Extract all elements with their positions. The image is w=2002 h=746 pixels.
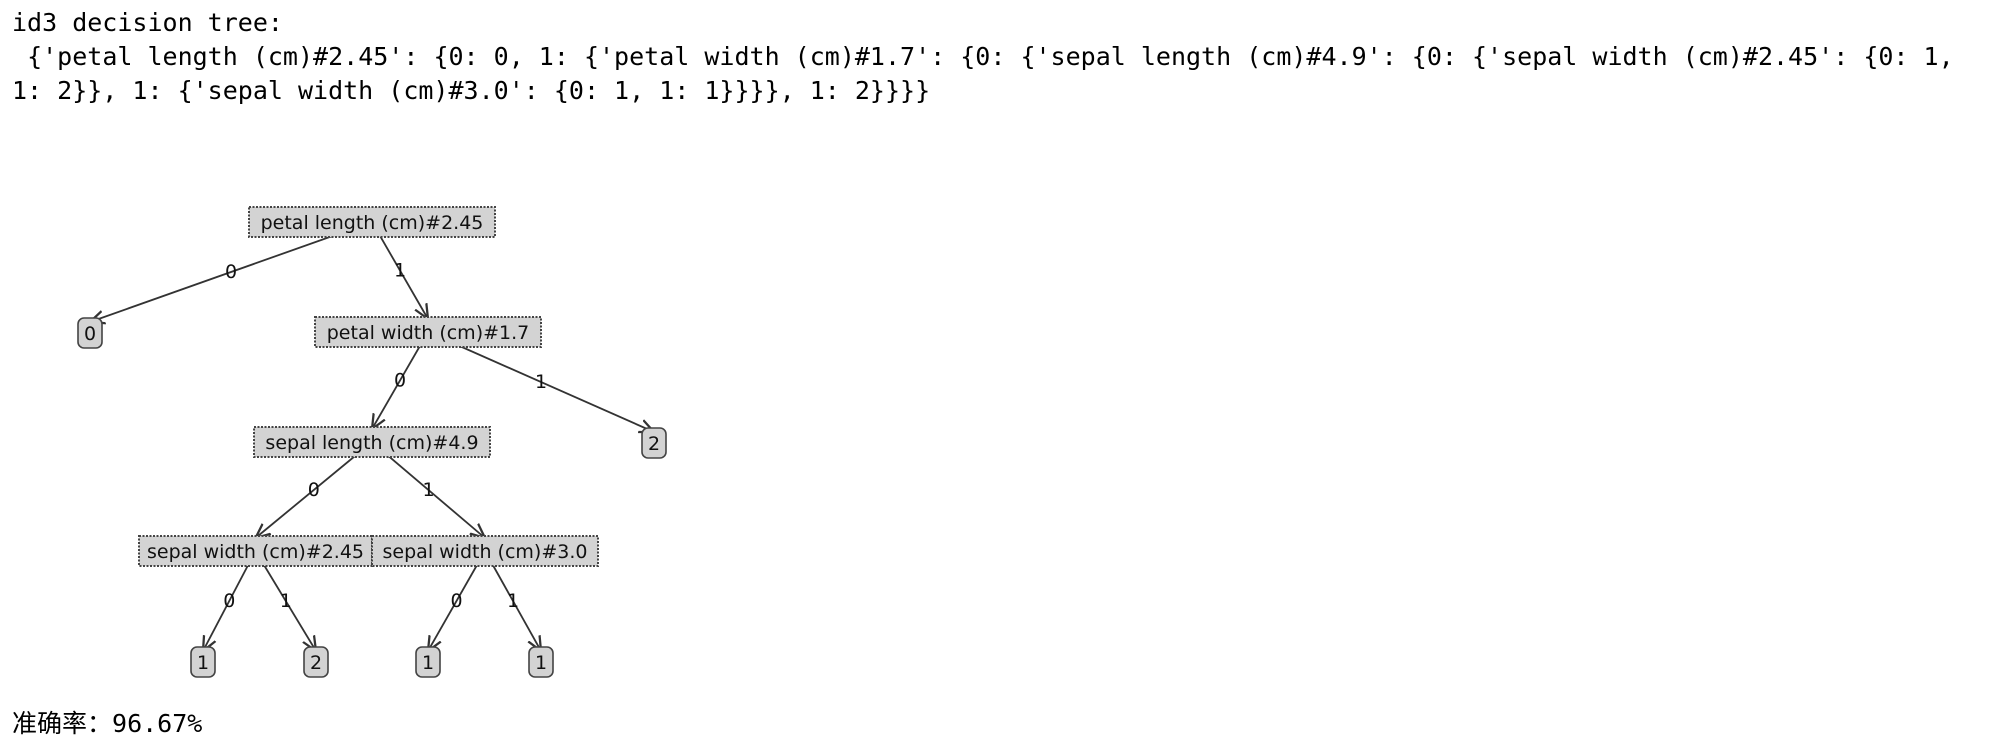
accuracy-value: 96.67% [112, 709, 203, 738]
edge-label: 0 [223, 590, 235, 612]
decision-node-n_sw1: sepal width (cm)#2.45 [138, 535, 373, 567]
node-label: petal length (cm)#2.45 [261, 212, 484, 234]
leaf-label: 2 [310, 652, 322, 674]
edge-label: 1 [535, 371, 547, 393]
edge-label: 1 [507, 590, 519, 612]
leaf-node-l_2a: 2 [641, 427, 667, 459]
edge-label: 0 [225, 261, 237, 283]
edge-label: 0 [450, 590, 462, 612]
node-label: petal width (cm)#1.7 [327, 322, 530, 344]
leaf-label: 0 [84, 323, 96, 345]
node-label: sepal width (cm)#2.45 [147, 541, 364, 563]
accuracy-label: 准确率： [12, 709, 113, 738]
leaf-node-l_1b: 1 [415, 646, 441, 678]
edge-label: 0 [394, 370, 406, 392]
accuracy-line: 准确率：96.67% [12, 707, 202, 741]
decision-tree-diagram: 0 1 0 1 0 1 0 1 0 1 petal length (cm)#2.45 0 petal … [77, 206, 667, 678]
leaf-node-l_2b: 2 [303, 646, 329, 678]
edge-label: 1 [422, 479, 434, 501]
decision-node-n_sl: sepal length (cm)#4.9 [253, 426, 491, 458]
node-label: sepal length (cm)#4.9 [265, 432, 478, 454]
leaf-label: 1 [197, 652, 209, 674]
decision-node-n_pl: petal length (cm)#2.45 [248, 206, 496, 238]
edge-label: 1 [280, 590, 292, 612]
leaf-label: 1 [422, 652, 434, 674]
decision-node-n_pw: petal width (cm)#1.7 [314, 316, 542, 348]
leaf-label: 1 [535, 652, 547, 674]
leaf-node-l_0a: 0 [77, 317, 103, 349]
leaf-node-l_1a: 1 [190, 646, 216, 678]
edge-label: 0 [308, 479, 320, 501]
leaf-label: 2 [648, 433, 660, 455]
edge-label: 1 [394, 260, 406, 282]
node-label: sepal width (cm)#3.0 [383, 541, 588, 563]
decision-node-n_sw2: sepal width (cm)#3.0 [371, 535, 599, 567]
leaf-node-l_1c: 1 [528, 646, 554, 678]
